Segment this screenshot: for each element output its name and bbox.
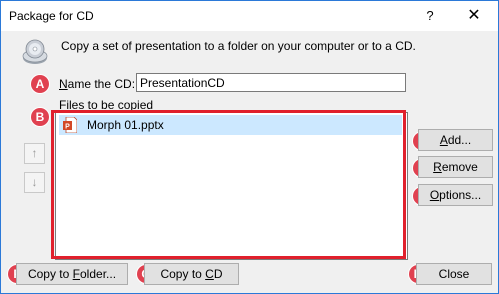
annotation-badge-a: A: [31, 75, 49, 93]
copy-to-cd-button[interactable]: Copy to CD: [144, 263, 239, 285]
move-up-button[interactable]: ↑: [24, 143, 45, 164]
cd-name-label: Name the CD:: [59, 77, 135, 91]
package-for-cd-dialog: Package for CD ? ✕ Copy a set of present…: [0, 0, 499, 294]
copy-cd-pre: Copy to: [160, 267, 206, 281]
dialog-title: Package for CD: [9, 9, 94, 23]
cd-name-input[interactable]: [136, 73, 406, 92]
add-label: dd...: [447, 133, 472, 147]
cd-icon: [22, 39, 48, 64]
copy-folder-pre: Copy to: [27, 267, 73, 281]
copy-folder-rest: older...: [80, 267, 117, 281]
svg-text:P: P: [65, 123, 70, 130]
cd-name-label-accel: N: [59, 77, 68, 91]
close-button[interactable]: Close: [416, 263, 492, 285]
remove-accel: R: [433, 160, 442, 174]
file-name: Morph 01.pptx: [87, 118, 164, 132]
add-button[interactable]: Add...: [418, 129, 493, 151]
move-down-button[interactable]: ↓: [24, 172, 45, 193]
options-label: ptions...: [439, 188, 482, 202]
annotation-badge-b: B: [31, 108, 49, 126]
files-listbox[interactable]: P Morph 01.pptx: [55, 112, 408, 260]
copy-to-folder-button[interactable]: Copy to Folder...: [16, 263, 128, 285]
options-accel: O: [429, 188, 440, 202]
file-list-item[interactable]: P Morph 01.pptx: [59, 115, 402, 135]
files-label-rest: iles to be copied: [66, 98, 154, 112]
add-accel: A: [439, 133, 448, 147]
copy-cd-rest: D: [213, 267, 223, 281]
help-button[interactable]: ?: [408, 1, 452, 31]
options-button[interactable]: Options...: [418, 184, 493, 206]
pptx-file-icon: P: [63, 117, 77, 133]
remove-label: emove: [441, 160, 478, 174]
close-window-button[interactable]: ✕: [452, 1, 496, 31]
title-bar: Package for CD ? ✕: [1, 1, 498, 31]
cd-name-label-rest: ame the CD:: [67, 77, 136, 91]
remove-button[interactable]: Remove: [418, 156, 493, 178]
copy-folder-accel: F: [72, 267, 80, 281]
copy-cd-accel: C: [205, 267, 214, 281]
description-text: Copy a set of presentation to a folder o…: [61, 39, 416, 53]
files-to-copy-label: Files to be copied: [59, 98, 153, 112]
